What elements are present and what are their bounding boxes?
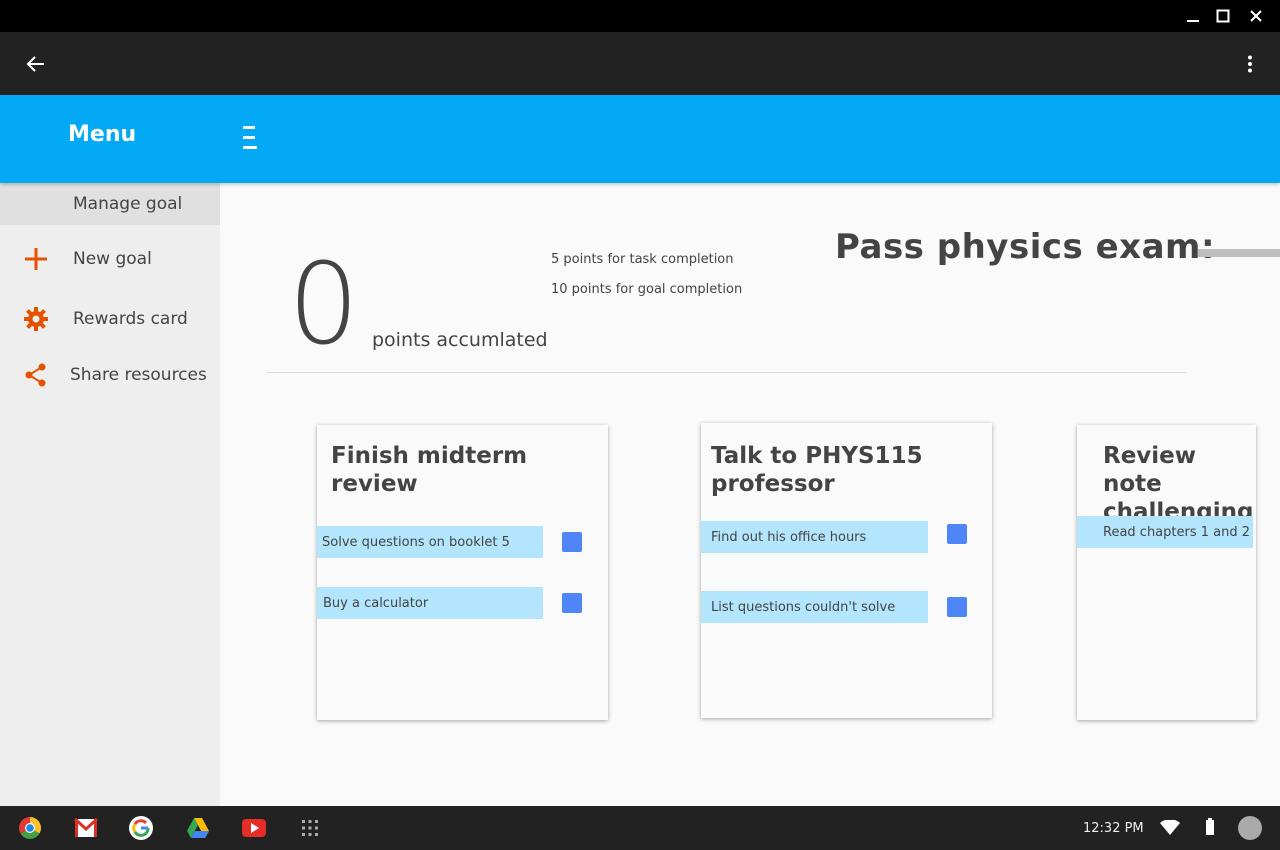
task-item[interactable]: Solve questions on booklet 5 (317, 526, 543, 558)
task-checkbox[interactable] (562, 593, 582, 613)
chrome-icon[interactable] (18, 816, 42, 840)
maximize-button[interactable] (1207, 0, 1239, 32)
hamburger-icon (243, 126, 257, 149)
gear-icon (22, 305, 50, 333)
maximize-icon (1216, 9, 1230, 23)
system-shelf: 12:32 PM (0, 806, 1280, 850)
sidebar-item-label: Manage goal (73, 194, 183, 214)
sidebar-item-label: Share resources (70, 365, 207, 385)
goal-progress-bar (1198, 249, 1280, 257)
divider (266, 372, 1186, 373)
points-value: 0 (288, 240, 360, 370)
task-checkbox[interactable] (947, 524, 967, 544)
task-item[interactable]: Find out his office hours (701, 521, 928, 553)
close-button[interactable] (1240, 0, 1272, 32)
arrow-left-icon (26, 56, 44, 72)
close-icon (1250, 10, 1262, 22)
youtube-icon[interactable] (242, 816, 266, 840)
goal-title: Pass physics exam: (835, 227, 1216, 267)
task-checkbox[interactable] (947, 597, 967, 617)
minimize-button[interactable] (1177, 0, 1209, 32)
task-checkbox[interactable] (562, 532, 582, 552)
main-content: 0 points accumlated 5 points for task co… (220, 183, 1280, 806)
sidebar-item-rewards-card[interactable]: Rewards card (0, 298, 220, 340)
share-icon (22, 361, 50, 389)
battery-icon[interactable] (1205, 818, 1215, 836)
sidebar-item-label: New goal (73, 249, 152, 269)
back-button[interactable] (20, 48, 52, 80)
drive-icon[interactable] (186, 816, 210, 840)
card-title: Finish midterm review (331, 443, 528, 497)
card-title-text: Review note challenging (1103, 443, 1254, 525)
sidebar: Manage goal New goal Rewards card Share … (0, 183, 220, 806)
window-titlebar (0, 0, 1280, 32)
more-vert-icon (1248, 55, 1252, 73)
sidebar-item-share-resources[interactable]: Share resources (0, 354, 220, 396)
sidebar-item-new-goal[interactable]: New goal (0, 238, 220, 280)
points-rule-goal: 10 points for goal completion (551, 282, 743, 297)
goal-card[interactable]: Review note challenging Read chapters 1 … (1077, 425, 1256, 720)
app-header: Menu (0, 95, 1280, 183)
account-avatar[interactable] (1238, 816, 1262, 840)
task-item[interactable]: List questions couldn't solve (701, 591, 928, 623)
more-options-button[interactable] (1236, 48, 1264, 80)
sidebar-item-label: Rewards card (73, 309, 188, 329)
app-bar (0, 32, 1280, 95)
card-title: Review note challenging (1103, 442, 1256, 526)
hamburger-button[interactable] (240, 125, 260, 151)
google-icon[interactable] (129, 816, 153, 840)
wifi-icon[interactable] (1160, 820, 1180, 836)
task-item[interactable]: Read chapters 1 and 2 (1077, 516, 1253, 548)
sidebar-item-manage-goal[interactable]: Manage goal (0, 183, 220, 225)
minimize-icon (1187, 20, 1199, 22)
points-label: points accumlated (372, 329, 548, 351)
goal-card[interactable]: Finish midterm review Solve questions on… (317, 425, 608, 720)
menu-title: Menu (68, 122, 137, 147)
launcher-icon[interactable] (298, 816, 322, 840)
gmail-icon[interactable] (74, 816, 98, 840)
task-item[interactable]: Buy a calculator (317, 587, 543, 619)
clock[interactable]: 12:32 PM (1083, 821, 1144, 836)
plus-icon (22, 245, 50, 273)
card-title: Talk to PHYS115 professor (711, 443, 923, 497)
goal-card[interactable]: Talk to PHYS115 professor Find out his o… (701, 423, 992, 718)
points-rule-task: 5 points for task completion (551, 252, 734, 267)
